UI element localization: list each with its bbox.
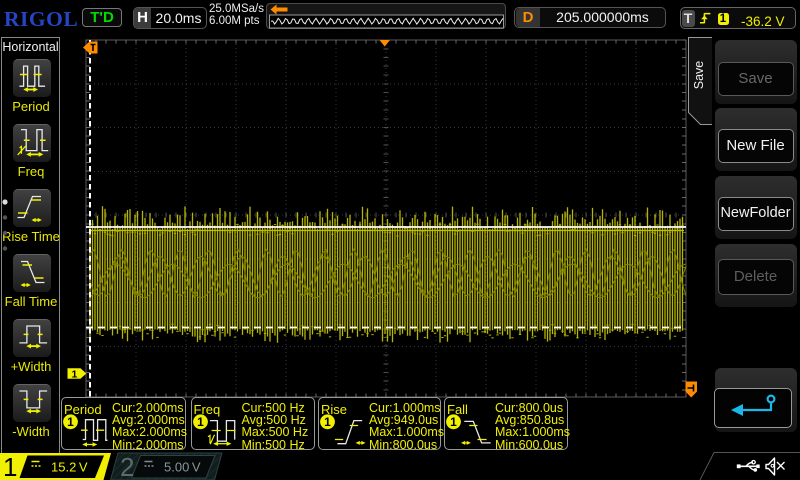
svg-text:1: 1	[67, 415, 74, 429]
svg-text:1: 1	[450, 415, 457, 429]
svg-text:15.2 V: 15.2 V	[51, 459, 88, 474]
svg-text:1: 1	[324, 415, 331, 429]
svg-text:1: 1	[3, 452, 17, 480]
svg-text:2: 2	[120, 452, 134, 480]
svg-text:1: 1	[72, 368, 78, 380]
svg-text:1: 1	[197, 415, 204, 429]
svg-text:5.00 V: 5.00 V	[164, 459, 201, 474]
